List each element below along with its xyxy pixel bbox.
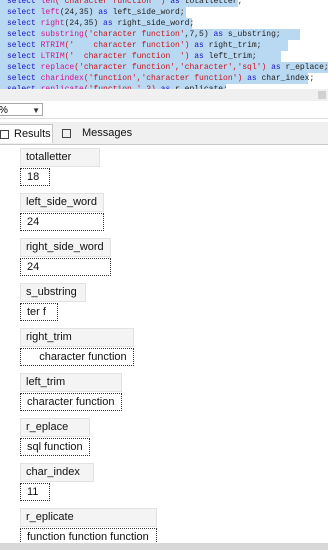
column-header[interactable]: totalletter xyxy=(20,148,100,167)
results-pane: totalletter 18 left_side_word 24 right_s… xyxy=(0,145,328,550)
chevron-down-icon[interactable]: ▼ xyxy=(32,104,40,117)
code-token: as xyxy=(194,41,209,50)
column-header[interactable]: char_index xyxy=(20,463,94,482)
code-token: right_trim; xyxy=(208,41,262,50)
code-token: select xyxy=(7,74,41,83)
code-token: select xyxy=(7,19,41,28)
code-line[interactable]: select LTRIM(' character function ') as … xyxy=(0,51,281,62)
code-token: select xyxy=(7,63,41,72)
editor-horizontal-scrollbar[interactable] xyxy=(0,89,328,101)
result-cell[interactable]: 24 xyxy=(20,258,111,276)
column-header[interactable]: left_trim xyxy=(20,373,122,392)
grid-icon xyxy=(0,130,9,139)
code-line[interactable]: select right(24,35) as right_side_word; xyxy=(0,18,195,29)
scrollbar-thumb[interactable] xyxy=(318,91,326,99)
column-header[interactable]: s_ubstring xyxy=(20,283,86,302)
code-token: select xyxy=(7,52,41,61)
code-token: s_ubstring; xyxy=(227,30,281,39)
zoom-value: % xyxy=(0,105,8,116)
code-token: char_index; xyxy=(261,74,315,83)
code-token: select xyxy=(7,30,41,39)
code-token: replace xyxy=(40,63,75,72)
result-cell[interactable]: 24 xyxy=(20,213,104,231)
tab-results[interactable]: Results xyxy=(0,124,53,143)
code-line[interactable]: select RTRIM(' character function') as r… xyxy=(0,40,288,51)
code-line[interactable]: select replace('character function','cha… xyxy=(0,62,328,73)
code-token: ('function','character function') xyxy=(83,74,248,83)
code-token: select xyxy=(7,41,41,50)
code-token: right_side_word; xyxy=(117,19,195,28)
code-token: charindex xyxy=(40,74,84,83)
code-token: left xyxy=(40,8,60,17)
code-token: as xyxy=(271,63,286,72)
code-token: (' character function') xyxy=(64,41,195,50)
code-token: (24,35) xyxy=(59,8,99,17)
code-token: totalletter; xyxy=(184,0,243,6)
code-token: len xyxy=(40,0,56,6)
zoom-bar: % ▼ xyxy=(0,101,328,119)
messages-icon xyxy=(62,129,71,138)
code-token: ('character function' xyxy=(83,30,185,39)
status-strip xyxy=(0,543,328,550)
code-line[interactable]: select len('character function ') as tot… xyxy=(0,0,242,7)
tab-messages[interactable]: Messages xyxy=(56,124,132,143)
code-line[interactable]: select left(24,35) as left_side_word; xyxy=(0,7,186,18)
query-editor[interactable]: select len('character function ') as tot… xyxy=(0,0,328,101)
code-token: RTRIM xyxy=(40,41,65,50)
code-token: as xyxy=(194,52,209,61)
code-token: ('character function','character','sql') xyxy=(74,63,272,72)
result-cell[interactable]: character function xyxy=(20,348,134,366)
code-token: left_trim; xyxy=(208,52,257,61)
code-token: as xyxy=(170,0,185,6)
result-cell[interactable]: character function xyxy=(20,393,122,411)
results-tabs: Results Messages xyxy=(0,122,328,145)
code-token: substring xyxy=(40,30,84,39)
column-header[interactable]: left_side_word xyxy=(20,193,104,212)
code-token: as xyxy=(247,74,262,83)
code-token: left_side_word; xyxy=(112,8,185,17)
code-token: right xyxy=(40,19,65,28)
column-header[interactable]: right_trim xyxy=(20,328,134,347)
code-token: ,7,5) xyxy=(184,30,214,39)
code-token: as xyxy=(98,8,113,17)
code-token: ('character function ') xyxy=(55,0,171,6)
code-line[interactable]: select substring('character function',7,… xyxy=(0,29,300,40)
code-token: (' character function ') xyxy=(64,52,195,61)
code-token: select xyxy=(7,0,41,6)
code-token: select xyxy=(7,8,41,17)
tab-messages-label: Messages xyxy=(82,127,133,139)
column-header[interactable]: r_eplace xyxy=(20,418,90,437)
code-token: as xyxy=(103,19,118,28)
code-token: as xyxy=(213,30,228,39)
result-cell[interactable]: 18 xyxy=(20,168,50,186)
code-line[interactable]: select charindex('function','character f… xyxy=(0,73,314,84)
result-cell[interactable]: ter f xyxy=(20,303,58,321)
tab-results-label: Results xyxy=(14,128,51,140)
code-token: (24,35) xyxy=(64,19,104,28)
code-token: r_eplace; xyxy=(285,63,328,72)
column-header[interactable]: right_side_word xyxy=(20,238,111,257)
zoom-dropdown[interactable]: % ▼ xyxy=(0,103,43,116)
column-header[interactable]: r_eplicate xyxy=(20,508,157,527)
result-cell[interactable]: sql function xyxy=(20,438,90,456)
code-token: LTRIM xyxy=(40,52,65,61)
result-cell[interactable]: 11 xyxy=(20,483,50,501)
